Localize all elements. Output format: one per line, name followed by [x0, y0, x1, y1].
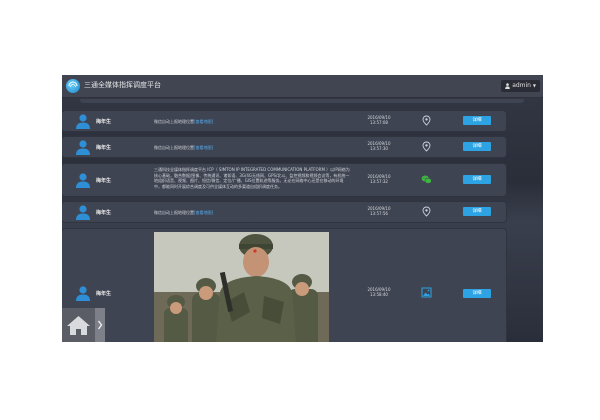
avatar-icon	[76, 286, 90, 301]
timestamp: 2016/09/10 13:57:56	[362, 206, 396, 216]
caret-down-icon: ▼	[532, 83, 536, 88]
message-body: 微信自动上报地理位置	[154, 145, 194, 150]
sender-name: 梅年生	[96, 119, 112, 125]
time: 13:58:40	[370, 292, 388, 297]
image-icon	[421, 287, 432, 298]
time: 13:57:08	[370, 120, 388, 125]
location-pin-icon	[422, 141, 431, 152]
view-map-link[interactable]: [查看地图]	[194, 145, 213, 150]
list-item: 梅年生 三通科技全媒体指挥调度平台 ICP（ SIMTON IP INTEGRA…	[62, 164, 506, 196]
top-bar: 三通全媒体指挥调度平台 admin ▼	[62, 75, 543, 98]
view-map-link[interactable]: [查看地图]	[194, 210, 213, 215]
message-body: 微信自动上报地理位置	[154, 210, 194, 215]
avatar-icon	[76, 205, 90, 220]
message-text: 三通科技全媒体指挥调度平台 ICP（ SIMTON IP INTEGRATED …	[154, 167, 350, 189]
message-text: 微信自动上报地理位置[查看地图]	[154, 145, 213, 151]
timestamp: 2016/09/10 13:57:30	[362, 141, 396, 151]
message-text: 微信自动上报地理位置[查看地图]	[154, 119, 213, 125]
app-window: 三通全媒体指挥调度平台 admin ▼ 梅年生 微信自动上报地理位置[查看地图]…	[62, 75, 543, 342]
timestamp: 2016/09/10 13:57:08	[362, 115, 396, 125]
sender-name: 梅年生	[96, 210, 112, 216]
chevron-right-icon	[97, 320, 103, 330]
avatar-icon	[76, 114, 90, 129]
timestamp: 2016/09/10 13:58:40	[362, 287, 396, 297]
user-menu-button[interactable]: admin ▼	[501, 80, 540, 92]
time: 13:57:32	[370, 179, 388, 184]
detail-button[interactable]: 详细	[463, 207, 491, 216]
user-name: admin	[512, 82, 531, 89]
soldiers-photo	[154, 232, 329, 342]
timestamp: 2016/09/10 13:57:32	[362, 174, 396, 184]
wechat-icon	[421, 175, 432, 184]
view-map-link[interactable]: [查看地图]	[194, 119, 213, 124]
list-item: 梅年生 2016/09/10 13:58:40 详细	[62, 229, 506, 342]
list-row-partial	[80, 99, 524, 103]
time: 13:57:56	[370, 211, 388, 216]
detail-button[interactable]: 详细	[463, 175, 491, 184]
detail-button[interactable]: 详细	[463, 116, 491, 125]
logo-icon	[66, 79, 80, 93]
sender-name: 梅年生	[96, 291, 112, 297]
detail-button[interactable]: 详细	[463, 289, 491, 298]
avatar-icon	[76, 173, 90, 188]
list-item: 梅年生 微信自动上报地理位置[查看地图] 2016/09/10 13:57:08 …	[62, 111, 506, 131]
message-photo[interactable]	[154, 232, 329, 342]
time: 13:57:30	[370, 146, 388, 151]
message-text: 微信自动上报地理位置[查看地图]	[154, 210, 213, 216]
location-pin-icon	[422, 206, 431, 217]
expand-sidebar-button[interactable]	[95, 308, 105, 342]
list-item: 梅年生 微信自动上报地理位置[查看地图] 2016/09/10 13:57:56 …	[62, 202, 506, 222]
sender-name: 梅年生	[96, 145, 112, 151]
location-pin-icon	[422, 115, 431, 126]
home-icon	[67, 316, 90, 335]
detail-button[interactable]: 详细	[463, 142, 491, 151]
avatar-icon	[76, 140, 90, 155]
sender-name: 梅年生	[96, 178, 112, 184]
user-icon	[505, 83, 511, 89]
message-body: 微信自动上报地理位置	[154, 119, 194, 124]
list-item: 梅年生 微信自动上报地理位置[查看地图] 2016/09/10 13:57:30 …	[62, 137, 506, 157]
home-button[interactable]	[62, 308, 95, 342]
app-title: 三通全媒体指挥调度平台	[84, 81, 161, 89]
